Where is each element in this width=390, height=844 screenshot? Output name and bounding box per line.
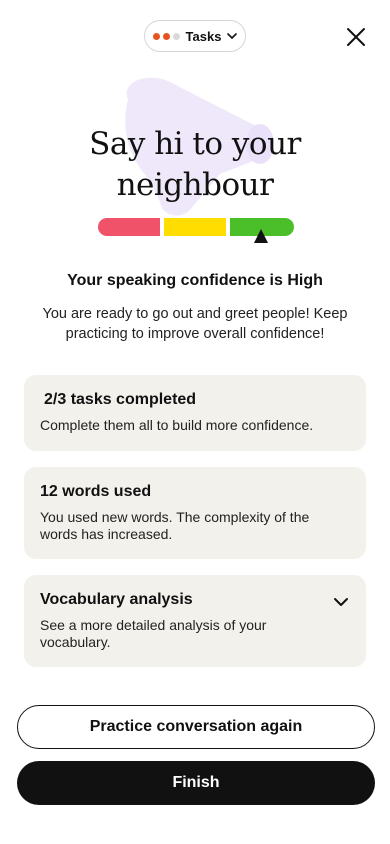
- card-title: Vocabulary analysis: [40, 591, 193, 608]
- finish-button[interactable]: Finish: [17, 761, 375, 805]
- confidence-description: You are ready to go out and greet people…: [42, 306, 348, 342]
- meter-segment-medium: [164, 218, 226, 236]
- card-description: You used new words. The complexity of th…: [40, 509, 310, 542]
- progress-dot-3: [172, 32, 180, 40]
- close-icon: [347, 28, 365, 46]
- progress-dots: [152, 32, 180, 40]
- page-title: Say hi to your neighbour: [0, 124, 390, 206]
- page-title-line-2: neighbour: [116, 167, 274, 203]
- practice-again-button[interactable]: Practice conversation again: [17, 705, 375, 749]
- close-button[interactable]: [343, 24, 369, 50]
- progress-dot-2: [162, 32, 170, 40]
- chevron-down-icon: [227, 33, 238, 39]
- chevron-down-icon[interactable]: [332, 593, 350, 611]
- tasks-completed-card: 2/3 tasks completed Complete them all to…: [24, 375, 366, 451]
- meter-indicator-icon: [254, 229, 268, 243]
- meter-segment-low: [98, 218, 160, 236]
- page-title-line-1: Say hi to your: [89, 126, 301, 162]
- vocabulary-analysis-card[interactable]: Vocabulary analysis See a more detailed …: [24, 575, 366, 667]
- card-description: See a more detailed analysis of your voc…: [40, 617, 267, 650]
- card-description: Complete them all to build more confiden…: [40, 417, 314, 433]
- words-used-card: 12 words used You used new words. The co…: [24, 467, 366, 559]
- tasks-label: Tasks: [185, 28, 222, 44]
- confidence-title: Your speaking confidence is High: [67, 272, 323, 289]
- card-title: 12 words used: [40, 483, 152, 500]
- progress-dot-1: [152, 32, 160, 40]
- card-title: 2/3 tasks completed: [44, 391, 197, 408]
- tasks-dropdown[interactable]: Tasks: [144, 20, 246, 52]
